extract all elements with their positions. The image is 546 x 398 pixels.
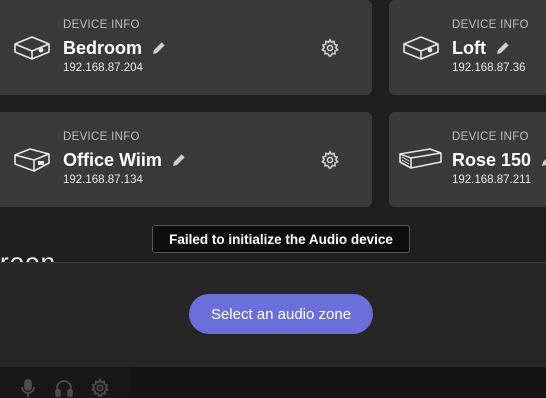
device-ip-address: 192.168.87.36 [452, 62, 526, 74]
device-ip-address: 192.168.87.134 [63, 174, 143, 186]
device-info-caption: DEVICE INFO [63, 19, 140, 31]
roon-logo-partial: roon [0, 247, 57, 262]
device-info-caption: DEVICE INFO [452, 19, 529, 31]
device-card-loft[interactable]: DEVICE INFO Loft 192.168.87.36 [389, 0, 546, 95]
device-name: Rose 150 [452, 149, 532, 170]
device-card-rose-150[interactable]: DEVICE INFO Rose 150 192.168.87.211 [389, 112, 546, 207]
headphones-icon[interactable] [54, 378, 74, 398]
device-ip-address: 192.168.87.211 [452, 174, 532, 186]
speaker-box-icon [401, 33, 441, 63]
edit-name-pencil-icon[interactable] [150, 39, 168, 57]
edit-name-pencil-icon[interactable] [494, 39, 512, 57]
speaker-box-icon [12, 33, 52, 63]
settings-gear-icon[interactable] [90, 378, 110, 398]
device-name: Loft [452, 37, 486, 58]
edit-name-pencil-icon[interactable] [170, 151, 188, 169]
device-settings-gear-icon[interactable] [320, 38, 340, 58]
device-name: Office Wiim [63, 149, 162, 170]
edit-name-pencil-icon[interactable] [539, 151, 546, 169]
device-card-bedroom[interactable]: DEVICE INFO Bedroom 192.168.87.204 [0, 0, 372, 95]
device-ip-address: 192.168.87.204 [63, 62, 143, 74]
device-info-caption: DEVICE INFO [63, 131, 140, 143]
error-tooltip: Failed to initialize the Audio device [152, 225, 410, 253]
device-settings-gear-icon[interactable] [320, 150, 340, 170]
select-audio-zone-button[interactable]: Select an audio zone [189, 294, 373, 334]
device-info-caption: DEVICE INFO [452, 131, 529, 143]
streamer-box-icon [12, 145, 52, 175]
device-name: Bedroom [63, 37, 143, 58]
amplifier-box-icon [397, 145, 443, 175]
device-card-office-wiim[interactable]: DEVICE INFO Office Wiim 192.168.87.134 [0, 112, 372, 207]
microphone-icon[interactable] [18, 378, 38, 398]
